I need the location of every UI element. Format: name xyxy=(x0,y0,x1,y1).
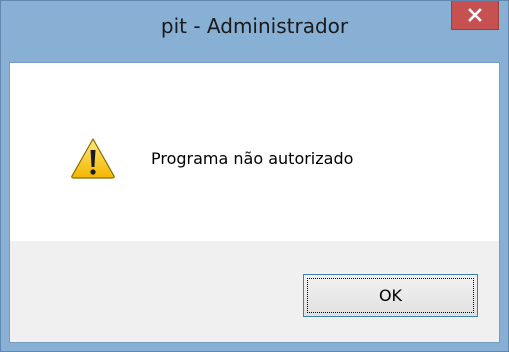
button-area: OK xyxy=(10,241,499,342)
close-icon xyxy=(468,8,482,22)
title-bar[interactable]: pit - Administrador xyxy=(1,1,508,38)
close-button[interactable] xyxy=(451,1,499,30)
dialog-window: pit - Administrador Programa não autoriz… xyxy=(0,0,509,352)
dialog-client-area: Programa não autorizado OK xyxy=(9,62,500,343)
window-title: pit - Administrador xyxy=(160,14,349,38)
message-area: Programa não autorizado xyxy=(10,63,499,241)
ok-button[interactable]: OK xyxy=(303,274,478,317)
message-text: Programa não autorizado xyxy=(151,149,354,168)
warning-icon xyxy=(71,138,115,179)
